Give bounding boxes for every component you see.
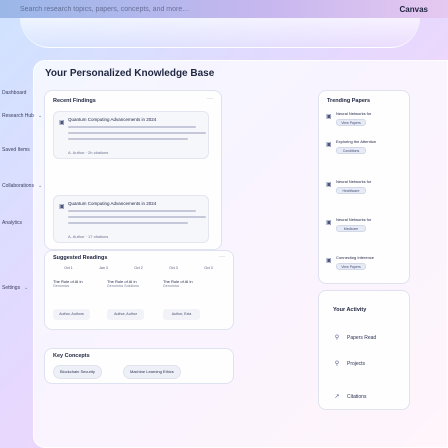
reading-authors: Author, Authors <box>53 309 90 320</box>
sidebar: Dashboard Research Hub ⌄ Saved Items Col… <box>0 90 42 325</box>
app-brand: Canvas <box>399 4 428 14</box>
finding-title: Quantum Computing Advancements in 2024 <box>68 117 157 122</box>
recent-findings-card: Recent Findings ··· ▣ Quantum Computing … <box>44 90 222 250</box>
document-icon: ▣ <box>326 182 332 188</box>
document-icon: ▣ <box>326 220 332 226</box>
reading-item[interactable]: The Role of AI in Genomics <box>163 279 200 303</box>
trending-item[interactable]: ▣ Connecting Inference View Papers <box>326 254 398 274</box>
document-icon: ▣ <box>59 120 65 126</box>
document-icon: ▣ <box>326 142 332 148</box>
document-icon: ▣ <box>326 258 332 264</box>
reading-subtitle: Genomics Solutions <box>107 284 139 288</box>
reading-item[interactable]: The Role of AI in Genomics <box>53 279 90 303</box>
sidebar-item-label: Research Hub <box>2 113 34 119</box>
trending-title: Neural Networks for <box>336 111 372 116</box>
trending-button[interactable]: View Papers <box>336 263 366 270</box>
concept-chip[interactable]: Blockchain Security <box>53 365 102 379</box>
sidebar-item-analytics[interactable]: Analytics <box>2 220 22 226</box>
sidebar-item-settings[interactable]: Settings ⌄ <box>2 285 28 291</box>
search-hint[interactable]: Search research topics, papers, concepts… <box>20 6 189 13</box>
card-title: Key Concepts <box>53 353 90 359</box>
trending-title: Exploring the Attention <box>336 139 377 144</box>
person-icon: ⚲ <box>334 361 340 367</box>
key-concepts-card: Key Concepts Blockchain Security Machine… <box>44 348 234 384</box>
sidebar-item-collaborations[interactable]: Collaborations ⌄ <box>2 183 42 189</box>
trending-button[interactable]: Healthcare <box>336 187 366 194</box>
date-label: Oct 2 <box>134 266 143 270</box>
trending-title: Neural Networks for <box>336 217 372 222</box>
text-line <box>68 222 188 224</box>
chevron-down-icon: ⌄ <box>37 113 43 119</box>
more-options-icon[interactable]: ··· <box>207 96 213 102</box>
text-line <box>68 210 196 212</box>
top-bar: Search research topics, papers, concepts… <box>0 0 448 18</box>
finding-meta: A. Author · 17 citations <box>68 234 109 239</box>
date-label: Oct 1 <box>64 266 73 270</box>
sidebar-item-label: Saved Items <box>2 147 30 153</box>
sidebar-item-research-hub[interactable]: Research Hub ⌄ <box>2 113 42 119</box>
concept-chip[interactable]: Machine Learning Ethics <box>123 365 181 379</box>
reading-subtitle: Genomics <box>53 284 70 288</box>
sidebar-item-saved-items[interactable]: Saved Items <box>2 147 30 153</box>
activity-projects[interactable]: ⚲ Projects <box>333 360 366 368</box>
person-icon: ⚲ <box>334 335 340 341</box>
trending-button[interactable]: Conditions <box>336 147 366 154</box>
document-icon: ▣ <box>59 204 65 210</box>
activity-papers-read[interactable]: ⚲ Papers Read <box>333 334 377 342</box>
sidebar-item-label: Collaborations <box>2 183 34 189</box>
reading-subtitle: Genomics <box>163 284 180 288</box>
reading-item[interactable]: The Role of AI in Genomics Solutions <box>107 279 144 303</box>
card-title: Recent Findings <box>53 98 96 104</box>
trending-button[interactable]: Medicare <box>336 225 366 232</box>
more-options-icon[interactable]: ··· <box>219 254 225 260</box>
chevron-down-icon: ⌄ <box>24 285 29 291</box>
activity-label: Citations <box>347 393 367 400</box>
trending-title: Neural Networks for <box>336 179 372 184</box>
text-line <box>68 126 196 128</box>
sidebar-item-label: Dashboard <box>2 90 27 96</box>
trending-item[interactable]: ▣ Neural Networks for Medicare <box>326 216 398 236</box>
finding-meta: A. Author · 2h citations <box>68 150 109 155</box>
sidebar-item-dashboard[interactable]: Dashboard <box>2 90 26 96</box>
date-label: Jan 3 <box>99 266 108 270</box>
date-label: Oct 3 <box>204 266 213 270</box>
activity-label: Papers Read <box>347 334 377 341</box>
suggested-readings-card: Suggested Readings ··· Oct 1 Jan 3 Oct 2… <box>44 250 234 330</box>
sidebar-item-label: Analytics <box>2 220 23 226</box>
card-title: Trending Papers <box>327 98 371 104</box>
card-title: Your Activity <box>333 307 367 313</box>
text-line <box>68 216 206 218</box>
reading-authors: Author, Author <box>107 309 144 320</box>
trending-item[interactable]: ▣ Neural Networks for Healthcare <box>326 178 398 198</box>
header-glass-banner <box>20 18 420 48</box>
trending-item[interactable]: ▣ Exploring the Attention Conditions <box>326 138 398 158</box>
card-title: Suggested Readings <box>53 255 108 261</box>
finding-title: Quantum Computing Advancements in 2024 <box>68 201 157 206</box>
list-item[interactable]: ▣ Quantum Computing Advancements in 2024… <box>53 195 209 243</box>
sidebar-item-label: Settings <box>2 285 21 291</box>
trending-title: Connecting Inference <box>336 255 375 260</box>
date-label: Oct 3 <box>169 266 178 270</box>
trending-item[interactable]: ▣ Neural Networks for View Papers <box>326 110 398 130</box>
activity-label: Projects <box>347 360 366 367</box>
document-icon: ▣ <box>326 114 332 120</box>
page-title: Your Personalized Knowledge Base <box>45 68 215 79</box>
activity-card: Your Activity <box>318 290 410 410</box>
list-item[interactable]: ▣ Quantum Computing Advancements in 2024… <box>53 111 209 159</box>
trend-icon: ↗ <box>334 394 340 400</box>
chevron-down-icon: ⌄ <box>37 183 43 189</box>
text-line <box>68 138 188 140</box>
date-row: Oct 1 Jan 3 Oct 2 Oct 3 Oct 3 <box>51 266 226 276</box>
reading-authors: Author, Exta <box>163 309 200 320</box>
activity-citations[interactable]: ↗ Citations <box>333 393 367 401</box>
text-line <box>68 132 206 134</box>
trending-button[interactable]: View Papers <box>336 119 366 126</box>
